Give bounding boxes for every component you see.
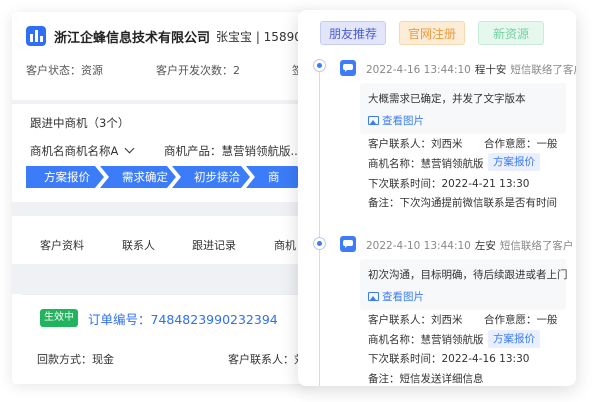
- order-number[interactable]: 订单编号：7484823990232394: [88, 309, 278, 328]
- image-icon: [368, 292, 379, 301]
- entry-next-contact: 下次联系时间：2022-4-21 13:30: [368, 178, 530, 190]
- tab-customer-info[interactable]: 客户资料: [40, 237, 84, 253]
- timeline-dot: [313, 59, 326, 72]
- tag-website-signup[interactable]: 官网注册: [399, 21, 465, 45]
- entry-next-contact: 下次联系时间：2022-4-16 13:30: [368, 353, 530, 365]
- note-text: 大概需求已确定，并发了文字版本: [368, 93, 526, 105]
- entry-action: 短信联络了客户: [499, 240, 574, 252]
- note-box: 初次沟通，目标明确，待后续跟进或者上门 查看图片: [360, 259, 568, 310]
- stage-requirement[interactable]: 需求确定: [100, 166, 176, 188]
- stage-initial-contact[interactable]: 初步接洽: [172, 166, 250, 188]
- view-image-link[interactable]: 查看图片: [368, 113, 424, 128]
- entry-time: 2022-4-10 13:44:10: [366, 240, 471, 252]
- entry-contact: 客户联系人：刘西米: [368, 138, 463, 150]
- order-contact: 客户联系人：刘: [228, 353, 305, 366]
- view-image-label: 查看图片: [382, 291, 424, 303]
- entry-header: 2022-4-16 13:44:10程十安短信联络了客户: [366, 62, 576, 77]
- image-icon: [368, 116, 379, 125]
- tab-follow-records[interactable]: 跟进记录: [192, 237, 236, 253]
- customer-status: 客户状态：资源: [26, 64, 103, 77]
- stage-tag: 方案报价: [488, 330, 540, 348]
- entry-remark: 备注：短信发送详细信息: [368, 373, 484, 385]
- timeline-line: [319, 66, 320, 386]
- stage-quote[interactable]: 方案报价: [26, 166, 104, 188]
- entry-time: 2022-4-16 13:44:10: [366, 64, 471, 76]
- divider: [12, 264, 312, 294]
- entry-opportunity: 商机名称：慧营销领航版: [368, 158, 484, 170]
- opportunity-selector[interactable]: 商机名商机名称A: [30, 143, 135, 159]
- follow-up-timeline-panel: 朋友推荐 官网注册 新资源 2022-4-16 13:44:10 程十安 短信联络了…: [298, 10, 576, 386]
- entry-intent: 合作意愿：一般: [484, 138, 558, 150]
- status-badge: 生效中: [40, 309, 78, 327]
- timeline-dot: [313, 237, 326, 250]
- view-image-label: 查看图片: [382, 115, 424, 127]
- company-name: 浙江企蜂信息技术有限公司: [54, 31, 211, 46]
- tag-friend-referral[interactable]: 朋友推荐: [320, 21, 386, 45]
- tab-contacts[interactable]: 联系人: [122, 237, 155, 253]
- stage-tag: 方案报价: [488, 153, 540, 171]
- building-icon: [26, 26, 46, 46]
- note-text: 初次沟通，目标明确，待后续跟进或者上门: [368, 269, 568, 281]
- opportunity-name: 商机名商机名称A: [30, 144, 119, 158]
- stage-next[interactable]: 商: [246, 166, 306, 188]
- tab-opportunities[interactable]: 商机: [274, 237, 296, 253]
- view-image-link[interactable]: 查看图片: [368, 289, 424, 304]
- message-icon: [340, 236, 356, 252]
- tag-new-resource[interactable]: 新资源: [478, 21, 544, 45]
- customer-detail-card: 浙江企蜂信息技术有限公司 张宝宝 | 15890875 客户状态：资源 客户开发…: [12, 12, 312, 384]
- order-card[interactable]: 生效中 订单编号：7484823990232394 回款方式：现金 客户联系人：…: [22, 294, 312, 384]
- stage-pipeline: 方案报价 需求确定 初步接洽 商: [26, 166, 302, 188]
- entry-opportunity: 商机名称：慧营销领航版: [368, 334, 484, 346]
- entry-header: 2022-4-10 13:44:10 左安 短信联络了客户: [366, 238, 573, 253]
- entry-user: 程十安: [474, 64, 507, 76]
- entry-intent: 合作意愿：一般: [484, 314, 558, 326]
- entry-action: 短信联络了客户: [510, 64, 576, 76]
- entry-user: 左安: [474, 240, 496, 252]
- chevron-down-icon: [124, 143, 135, 154]
- entry-remark: 备注：下次沟通提前微信联系是否有时间: [368, 197, 557, 209]
- note-box: 大概需求已确定，并发了文字版本 查看图片: [360, 83, 566, 134]
- payment-method: 回款方式：现金: [37, 353, 114, 366]
- message-icon: [340, 60, 356, 76]
- opportunity-product: 商机产品：慧营销领航版...: [164, 144, 302, 158]
- divider: [12, 202, 312, 216]
- entry-contact: 客户联系人：刘西米: [368, 314, 463, 326]
- customer-header: 浙江企蜂信息技术有限公司 张宝宝 | 15890875 客户状态：资源 客户开发…: [12, 12, 312, 100]
- detail-tabs: 客户资料 联系人 跟进记录 商机: [12, 227, 312, 261]
- opportunities-title: 跟进中商机（3个）: [30, 116, 130, 130]
- development-count: 客户开发次数：2: [156, 64, 240, 77]
- divider: [12, 100, 312, 104]
